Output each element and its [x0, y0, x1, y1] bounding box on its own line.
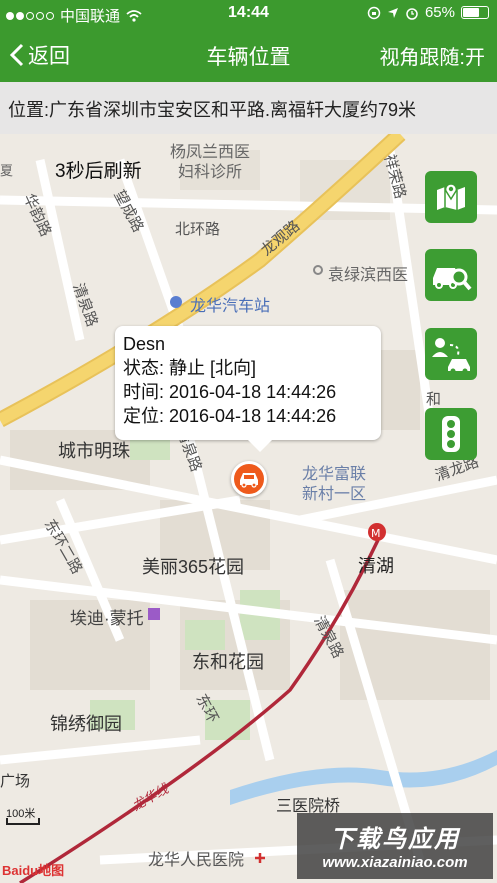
watermark-title: 下载鸟应用	[330, 826, 460, 853]
driver-route-button[interactable]	[425, 328, 477, 380]
baidu-logo-text: Baidu地图	[2, 863, 65, 878]
car-search-icon	[433, 268, 472, 291]
poi-label: 新村一区	[302, 486, 367, 503]
station-label: 清湖	[358, 556, 394, 576]
watermark: 下载鸟应用 www.xiazainiao.com	[297, 813, 493, 879]
driver-route-icon	[432, 338, 470, 373]
poi-label: 东和花园	[192, 652, 264, 672]
car-search-button[interactable]	[425, 249, 477, 301]
road-label: 和	[426, 391, 442, 408]
alarm-icon	[406, 7, 418, 20]
poi-label: 袁绿滨西医	[328, 267, 409, 284]
view-follow-toggle[interactable]: 视角跟随:开	[379, 41, 485, 70]
vehicle-time: 时间: 2016-04-18 14:44:26	[123, 382, 337, 402]
map-scale: 100米	[6, 805, 42, 827]
poi-label: 龙华人民医院	[148, 852, 245, 869]
svg-text:M: M	[371, 527, 381, 540]
baidu-map-logo: Baidu地图	[2, 860, 64, 879]
refresh-countdown: 3秒后刷新	[55, 161, 142, 182]
battery-percent: 65%	[424, 4, 455, 21]
map-location-button[interactable]	[425, 171, 477, 223]
poi-label: 夏	[0, 163, 14, 178]
vehicle-locate-time: 定位: 2016-04-18 14:44:26	[123, 406, 337, 426]
back-button[interactable]: 返回	[10, 40, 70, 70]
vehicle-status: 状态: 静止 [北向]	[123, 358, 257, 378]
back-label: 返回	[28, 45, 70, 68]
chevron-left-icon	[10, 43, 24, 67]
poi-label: 美丽365花园	[142, 557, 245, 577]
vehicle-marker[interactable]	[231, 461, 267, 497]
car-icon	[240, 473, 258, 488]
vehicle-name: Desn	[123, 334, 166, 354]
vehicle-info-popup[interactable]: Desn 状态: 静止 [北向] 时间: 2016-04-18 14:44:26…	[115, 326, 381, 452]
poi-label: 城市明珠	[58, 441, 130, 461]
map-view[interactable]: M	[0, 134, 497, 883]
status-bar: 中国联通 14:44 65%	[0, 0, 497, 28]
watermark-url: www.xiazainiao.com	[322, 854, 468, 871]
traffic-light-button[interactable]	[425, 408, 477, 460]
poi-label: 锦绣御园	[50, 714, 122, 734]
battery-icon	[461, 6, 489, 19]
poi-label: 妇科诊所	[178, 164, 243, 181]
road-label: 北环路	[175, 221, 221, 238]
poi-label: 龙华汽车站	[190, 298, 271, 315]
map-location-icon	[437, 183, 465, 210]
traffic-light-icon	[442, 416, 460, 452]
poi-label: 埃迪·蒙托	[70, 609, 144, 628]
poi-label: 广场	[0, 773, 31, 790]
navigation-bar: 返回 车辆位置 视角跟随:开	[0, 28, 497, 82]
orientation-lock-icon	[367, 6, 381, 19]
location-arrow-icon	[387, 7, 398, 18]
address-bar: 位置:广东省深圳市宝安区和平路.离福轩大厦约79米	[0, 82, 497, 134]
